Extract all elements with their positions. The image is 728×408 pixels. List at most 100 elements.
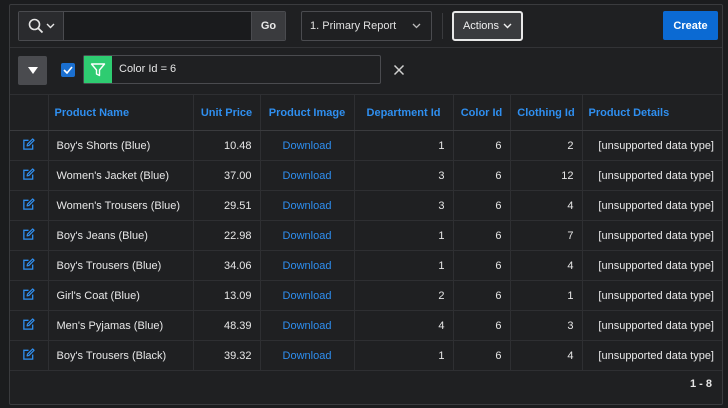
row-edit-cell: [10, 190, 48, 221]
cell-product-image: Download: [259, 130, 354, 161]
filter-icon: [90, 62, 106, 76]
cell-clothing-id: 4: [509, 190, 582, 221]
col-header-product-image[interactable]: Product Image: [259, 94, 354, 131]
cell-product-details: [unsupported data type]: [581, 280, 722, 311]
download-link[interactable]: Download: [283, 200, 332, 212]
cell-product-details: [unsupported data type]: [581, 190, 722, 221]
col-header-color-id[interactable]: Color Id: [452, 94, 510, 131]
cell-color-id: 6: [452, 280, 510, 311]
cell-product-details: [unsupported data type]: [581, 220, 722, 251]
cell-color-id: 6: [452, 160, 510, 191]
collapse-filters-button[interactable]: [18, 56, 47, 85]
search-column-menu[interactable]: [19, 12, 64, 40]
cell-clothing-id: 2: [509, 130, 582, 161]
filter-enable-checkbox[interactable]: [61, 63, 75, 77]
edit-row-link[interactable]: [22, 347, 35, 361]
cell-color-id: 6: [452, 310, 510, 341]
edit-row-link[interactable]: [22, 197, 35, 211]
toolbar-divider: [442, 13, 443, 39]
chevron-down-icon: [503, 23, 512, 29]
download-link[interactable]: Download: [283, 140, 332, 152]
edit-row-link[interactable]: [22, 227, 35, 241]
create-button[interactable]: Create: [663, 11, 718, 40]
chevron-down-icon: [46, 23, 54, 29]
cell-product-image: Download: [259, 160, 354, 191]
cell-clothing-id: 1: [509, 280, 582, 311]
edit-icon: [23, 257, 35, 270]
cell-product-details: [unsupported data type]: [581, 340, 722, 371]
cell-department-id: 1: [353, 130, 453, 161]
cell-clothing-id: 7: [509, 220, 582, 251]
remove-filter-button[interactable]: [391, 62, 407, 78]
col-header-department-id[interactable]: Department Id: [353, 94, 453, 131]
download-link[interactable]: Download: [283, 170, 332, 182]
cell-product-image: Download: [259, 340, 354, 371]
cell-product-details: [unsupported data type]: [581, 130, 722, 161]
cell-product-name: Men's Pyjamas (Blue): [47, 310, 193, 341]
go-button[interactable]: Go: [251, 12, 285, 40]
download-link[interactable]: Download: [283, 350, 332, 362]
row-edit-cell: [10, 280, 48, 311]
cell-product-details: [unsupported data type]: [581, 250, 722, 281]
table-row: Boy's Jeans (Blue) 22.98 Download 1 6 7 [unsup…: [10, 220, 722, 251]
cell-color-id: 6: [452, 220, 510, 251]
cell-color-id: 6: [452, 340, 510, 371]
filter-text[interactable]: Color Id = 6: [119, 56, 176, 83]
download-link[interactable]: Download: [283, 230, 332, 242]
col-header-product-name[interactable]: Product Name: [47, 94, 193, 131]
edit-row-link[interactable]: [22, 257, 35, 271]
cell-clothing-id: 4: [509, 340, 582, 371]
close-icon: [393, 64, 405, 76]
report-table: Product Name Unit Price Product Image De…: [10, 94, 722, 371]
edit-row-link[interactable]: [22, 287, 35, 301]
download-link[interactable]: Download: [283, 290, 332, 302]
cell-product-name: Boy's Jeans (Blue): [47, 220, 193, 251]
edit-icon: [23, 287, 35, 300]
edit-icon: [23, 137, 35, 150]
edit-row-link[interactable]: [22, 167, 35, 181]
pagination-info: 1 - 8: [689, 378, 712, 390]
cell-product-image: Download: [259, 220, 354, 251]
edit-row-link[interactable]: [22, 317, 35, 331]
cell-product-image: Download: [259, 250, 354, 281]
cell-product-image: Download: [259, 190, 354, 221]
edit-icon: [23, 347, 35, 360]
cell-clothing-id: 12: [509, 160, 582, 191]
cell-department-id: 4: [353, 310, 453, 341]
table-header-row: Product Name Unit Price Product Image De…: [10, 94, 722, 131]
filter-pill: Color Id = 6: [83, 55, 381, 84]
table-row: Boy's Shorts (Blue) 10.48 Download 1 6 2 [unsu…: [10, 130, 722, 161]
edit-icon: [23, 317, 35, 330]
cell-unit-price: 48.39: [192, 310, 260, 341]
row-edit-cell: [10, 130, 48, 161]
cell-department-id: 3: [353, 190, 453, 221]
interactive-report-region: Go 1. Primary Report Actions Create Colo…: [9, 4, 723, 405]
search-group: Go: [18, 11, 286, 41]
actions-button[interactable]: Actions: [452, 11, 523, 41]
cell-product-name: Boy's Trousers (Black): [47, 340, 193, 371]
edit-icon: [23, 197, 35, 210]
cell-unit-price: 39.32: [192, 340, 260, 371]
report-toolbar: Go 1. Primary Report Actions Create: [18, 11, 718, 41]
cell-product-details: [unsupported data type]: [581, 160, 722, 191]
cell-unit-price: 37.00: [192, 160, 260, 191]
row-edit-cell: [10, 160, 48, 191]
col-header-unit-price[interactable]: Unit Price: [192, 94, 260, 131]
cell-department-id: 1: [353, 220, 453, 251]
search-input[interactable]: [65, 12, 251, 40]
cell-unit-price: 22.98: [192, 220, 260, 251]
download-link[interactable]: Download: [283, 260, 332, 272]
col-header-product-details[interactable]: Product Details: [581, 94, 722, 131]
download-link[interactable]: Download: [283, 320, 332, 332]
cell-product-name: Women's Jacket (Blue): [47, 160, 193, 191]
cell-product-name: Women's Trousers (Blue): [47, 190, 193, 221]
table-row: Girl's Coat (Blue) 13.09 Download 2 6 1 [unsup…: [10, 280, 722, 311]
edit-row-link[interactable]: [22, 137, 35, 151]
cell-color-id: 6: [452, 130, 510, 161]
saved-report-select[interactable]: 1. Primary Report: [301, 11, 432, 41]
cell-department-id: 3: [353, 160, 453, 191]
row-edit-cell: [10, 310, 48, 341]
col-header-clothing-id[interactable]: Clothing Id: [509, 94, 582, 131]
cell-clothing-id: 3: [509, 310, 582, 341]
cell-product-name: Boy's Trousers (Blue): [47, 250, 193, 281]
